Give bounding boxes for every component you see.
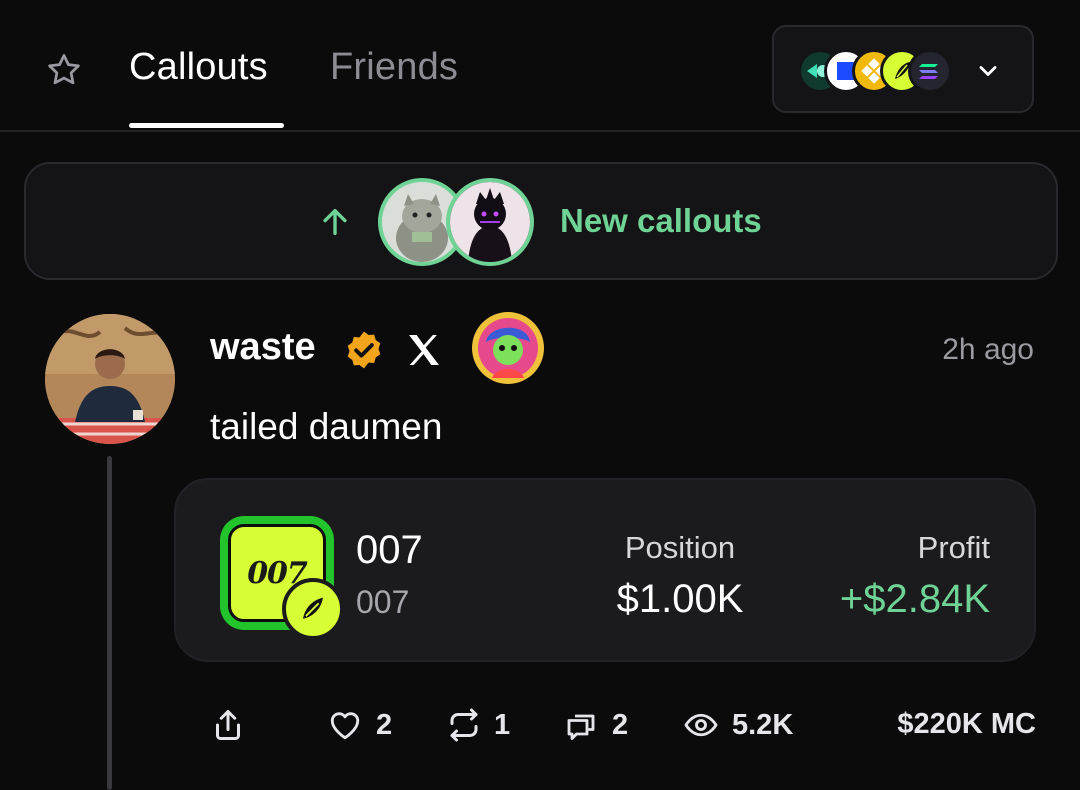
post-actions: 2 1 2 5.2K $220K MC bbox=[0, 700, 1080, 750]
feed-page: Callouts Friends New callouts waste 2h a… bbox=[0, 0, 1080, 790]
repost-button[interactable]: 1 bbox=[446, 700, 510, 750]
top-bar: Callouts Friends bbox=[0, 0, 1080, 132]
post-timestamp: 2h ago bbox=[942, 333, 1034, 366]
views-count: 5.2K bbox=[732, 708, 794, 741]
like-button[interactable]: 2 bbox=[326, 700, 392, 750]
repost-icon bbox=[450, 708, 478, 742]
comment-count: 2 bbox=[612, 708, 629, 741]
shadow-avatar bbox=[446, 178, 534, 266]
profit-label: Profit bbox=[917, 530, 990, 565]
heart-icon bbox=[330, 712, 360, 740]
comment-button[interactable]: 2 bbox=[562, 700, 628, 750]
active-tab-indicator bbox=[129, 123, 284, 128]
verified-badge-icon bbox=[343, 329, 385, 371]
tab-friends[interactable]: Friends bbox=[330, 46, 458, 89]
token-card[interactable]: 007 007 007 Position $1.00K Profit +$2.8… bbox=[174, 478, 1036, 662]
share-icon bbox=[216, 710, 240, 740]
tab-callouts[interactable]: Callouts bbox=[129, 46, 268, 89]
x-logo-icon[interactable] bbox=[404, 330, 444, 370]
new-callouts-label: New callouts bbox=[560, 202, 762, 239]
profit-value: +$2.84K bbox=[839, 577, 990, 621]
position-label: Position bbox=[624, 530, 736, 565]
arrow-up-icon bbox=[318, 204, 352, 240]
market-cap: $220K MC bbox=[897, 708, 1036, 740]
position-value: $1.00K bbox=[616, 577, 744, 621]
token-symbol: 007 bbox=[356, 584, 410, 620]
author-avatar[interactable] bbox=[45, 314, 175, 444]
repost-count: 1 bbox=[494, 708, 511, 741]
like-count: 2 bbox=[376, 708, 393, 741]
solana-icon bbox=[908, 49, 952, 93]
chain-filter-dropdown[interactable] bbox=[772, 25, 1034, 113]
comments-icon bbox=[567, 714, 595, 740]
eye-icon bbox=[684, 713, 718, 737]
author-name[interactable]: waste bbox=[210, 326, 316, 369]
tailed-user-avatar[interactable] bbox=[472, 312, 544, 384]
new-callouts-banner[interactable]: New callouts bbox=[24, 162, 1058, 280]
share-button[interactable] bbox=[210, 700, 246, 750]
pump-badge-icon bbox=[282, 578, 344, 640]
chevron-down-icon bbox=[974, 57, 1002, 85]
views-indicator: 5.2K bbox=[682, 700, 793, 750]
token-name: 007 bbox=[356, 528, 423, 572]
star-icon[interactable] bbox=[44, 50, 84, 90]
post-text: tailed daumen bbox=[210, 406, 443, 447]
